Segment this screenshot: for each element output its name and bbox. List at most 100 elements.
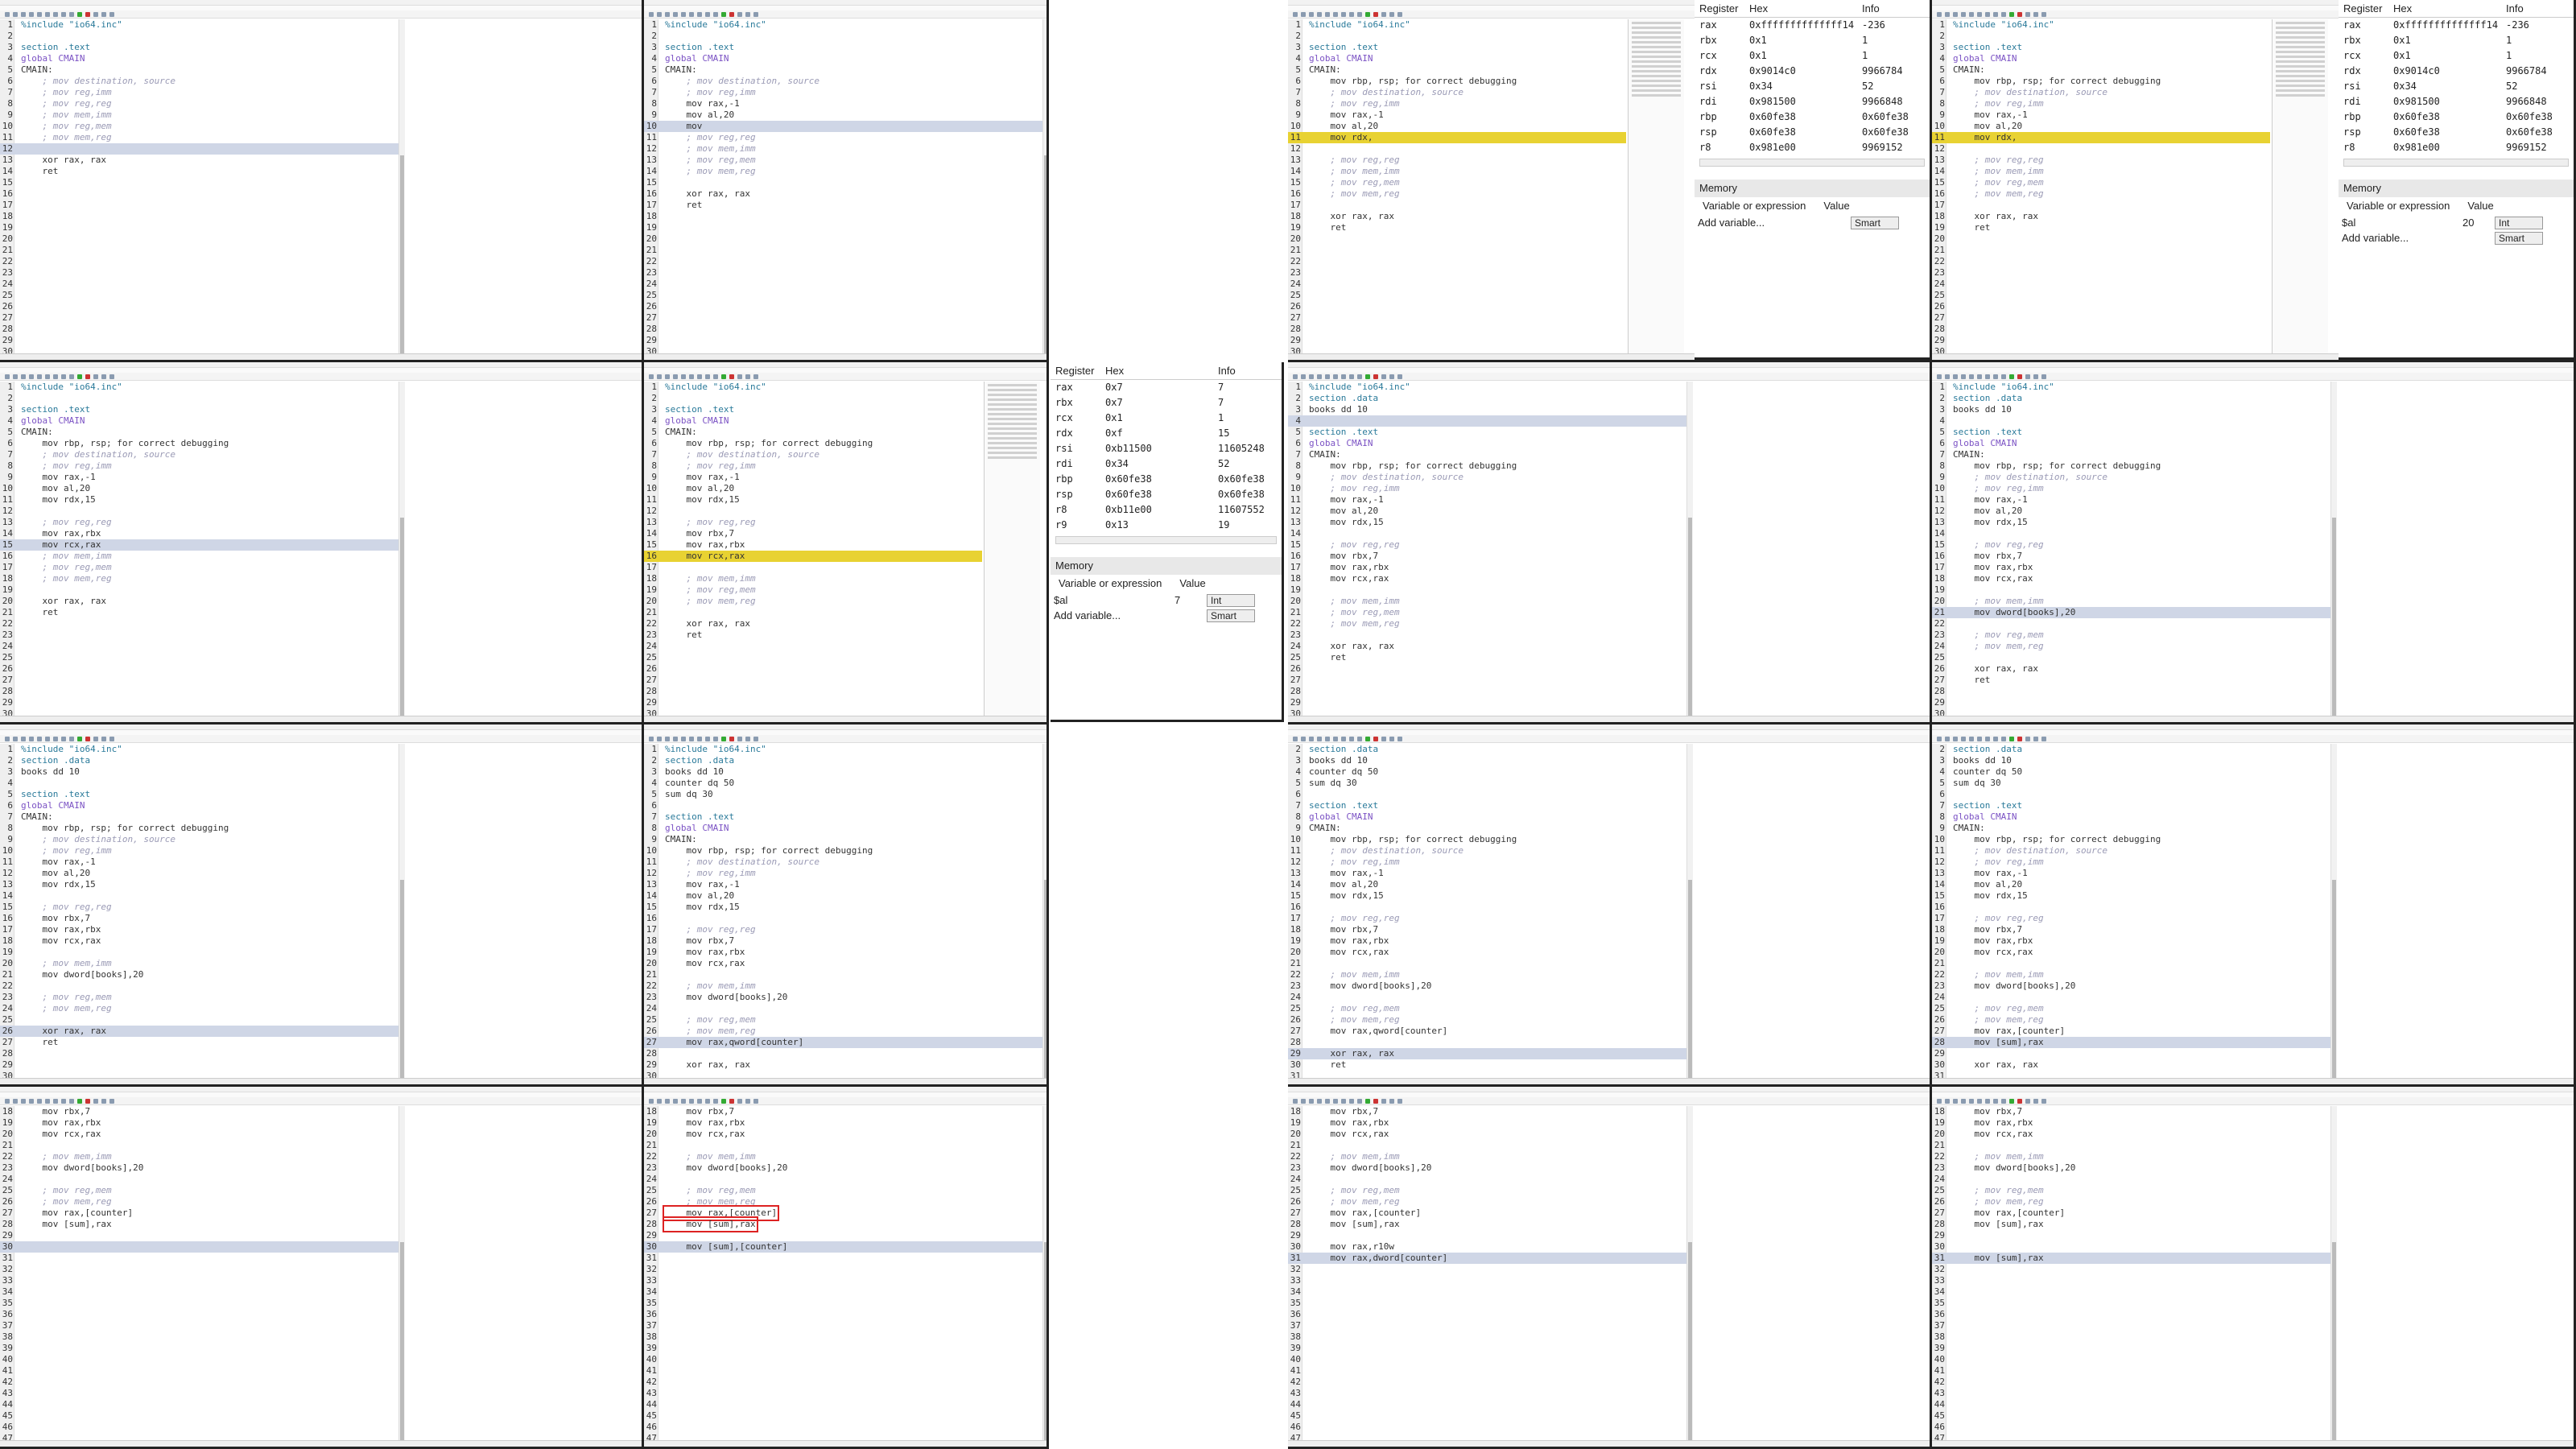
toolbar-icon[interactable]: [673, 1099, 678, 1104]
code-line[interactable]: 21: [1932, 958, 2330, 969]
toolbar-icon[interactable]: [13, 1099, 18, 1104]
code-line[interactable]: 24 xor rax, rax: [1288, 641, 1686, 652]
code-line[interactable]: 11 mov rax,-1: [1932, 494, 2330, 506]
code-line[interactable]: 11 mov rax,-1: [1288, 494, 1686, 506]
horizontal-scrollbar[interactable]: [2343, 159, 2569, 167]
code-line[interactable]: 23: [644, 267, 1042, 279]
code-line[interactable]: 12: [0, 143, 398, 155]
toolbar-icon[interactable]: [657, 12, 662, 17]
code-line[interactable]: 30 ret: [1288, 1059, 1686, 1071]
toolbar-icon[interactable]: [1341, 1099, 1346, 1104]
add-variable-input[interactable]: Add variable...: [1054, 608, 1174, 623]
code-line[interactable]: 19: [0, 947, 398, 958]
code-line[interactable]: 34: [644, 1286, 1042, 1298]
code-line[interactable]: 8 mov rbp, rsp; for correct debugging: [0, 823, 398, 834]
code-line[interactable]: 15 mov rdx,15: [644, 902, 1042, 913]
code-line[interactable]: 46: [1932, 1422, 2330, 1433]
code-line[interactable]: 15: [644, 177, 1042, 188]
code-line[interactable]: 21: [644, 245, 1042, 256]
toolbar-icon[interactable]: [109, 374, 114, 379]
code-line[interactable]: 9 CMAIN:: [644, 834, 1042, 845]
code-line[interactable]: 7 CMAIN:: [1288, 449, 1686, 460]
register-row[interactable]: rdi 0x981500 9966848: [2339, 94, 2574, 109]
add-variable-input[interactable]: Add variable...: [2342, 230, 2462, 246]
toolbar-icon[interactable]: [1945, 737, 1950, 741]
register-row[interactable]: rsp 0x60fe38 0x60fe38: [2339, 125, 2574, 140]
code-line[interactable]: 13 mov rdx,15: [1288, 517, 1686, 528]
code-line[interactable]: 25: [1932, 290, 2270, 301]
register-row[interactable]: rax 0xffffffffffffff14 -236: [2339, 18, 2574, 33]
toolbar-icon[interactable]: [93, 1099, 98, 1104]
code-line[interactable]: 8 mov rax,-1: [644, 98, 1042, 109]
code-line[interactable]: 13 mov rax,-1: [1288, 868, 1686, 879]
code-line[interactable]: 22 ; mov mem,imm: [0, 1151, 398, 1162]
code-line[interactable]: 27: [644, 312, 1042, 324]
toolbar-icon[interactable]: [1317, 737, 1322, 741]
code-line[interactable]: 11 mov rdx,: [1932, 132, 2270, 143]
stop-icon[interactable]: [729, 737, 734, 741]
stop-icon[interactable]: [2017, 374, 2022, 379]
code-line[interactable]: 19: [1932, 584, 2330, 596]
code-line[interactable]: 4 counter dq 50: [644, 778, 1042, 789]
toolbar-icon[interactable]: [1301, 1099, 1306, 1104]
code-line[interactable]: 32: [0, 1264, 398, 1275]
code-line[interactable]: 27: [1288, 312, 1626, 324]
vertical-scrollbar[interactable]: [398, 382, 405, 722]
code-line[interactable]: 19: [0, 222, 398, 233]
code-line[interactable]: 15 ; mov reg,reg: [1288, 539, 1686, 551]
code-line[interactable]: 29: [644, 1230, 1042, 1241]
register-row[interactable]: r9 0x13 19: [1051, 518, 1282, 533]
toolbar-icon[interactable]: [681, 374, 686, 379]
code-line[interactable]: 6 ; mov destination, source: [644, 76, 1042, 87]
stop-icon[interactable]: [85, 1099, 90, 1104]
code-line[interactable]: 25: [0, 1014, 398, 1026]
code-line[interactable]: 27: [1932, 312, 2270, 324]
code-line[interactable]: 11 mov rax,-1: [0, 857, 398, 868]
code-line[interactable]: 14: [1288, 528, 1686, 539]
register-row[interactable]: r8 0x981e00 9969152: [1695, 140, 1930, 155]
type-select[interactable]: Smart: [1851, 216, 1899, 229]
code-line[interactable]: 35: [1288, 1298, 1686, 1309]
code-line[interactable]: 28: [644, 324, 1042, 335]
code-line[interactable]: 7 CMAIN:: [0, 811, 398, 823]
scrollbar-thumb[interactable]: [1044, 880, 1046, 1084]
code-line[interactable]: 1 %include "io64.inc": [644, 19, 1042, 31]
code-line[interactable]: 7 ; mov reg,imm: [0, 87, 398, 98]
code-line[interactable]: 13 mov rax,-1: [644, 879, 1042, 890]
toolbar-icon[interactable]: [2001, 737, 2006, 741]
register-row[interactable]: rbp 0x60fe38 0x60fe38: [1051, 472, 1282, 487]
toolbar-icon[interactable]: [1397, 374, 1402, 379]
code-line[interactable]: 10 ; mov reg,mem: [0, 121, 398, 132]
code-line[interactable]: 25 ; mov reg,mem: [0, 1185, 398, 1196]
toolbar-icon[interactable]: [109, 737, 114, 741]
code-line[interactable]: 5 CMAIN:: [1932, 64, 2270, 76]
toolbar-icon[interactable]: [45, 374, 50, 379]
code-line[interactable]: 3 books dd 10: [1932, 404, 2330, 415]
toolbar-icon[interactable]: [1985, 737, 1990, 741]
code-line[interactable]: 27 mov rax,[counter]: [1932, 1026, 2330, 1037]
code-line[interactable]: 2 section .data: [1288, 744, 1686, 755]
stop-icon[interactable]: [85, 374, 90, 379]
code-line[interactable]: 44: [1288, 1399, 1686, 1410]
code-line[interactable]: 40: [1932, 1354, 2330, 1365]
register-row[interactable]: rax 0xffffffffffffff14 -236: [1695, 18, 1930, 33]
code-line[interactable]: 23: [0, 267, 398, 279]
code-line[interactable]: 27 ret: [0, 1037, 398, 1048]
code-line[interactable]: 4: [0, 778, 398, 789]
code-line[interactable]: 23: [0, 630, 398, 641]
toolbar-icon[interactable]: [1349, 1099, 1354, 1104]
stop-icon[interactable]: [1373, 737, 1378, 741]
code-line[interactable]: 21: [1288, 1140, 1686, 1151]
code-line[interactable]: 26: [644, 663, 982, 675]
code-line[interactable]: 10 mov al,20: [644, 483, 982, 494]
code-line[interactable]: 10 mov al,20: [0, 483, 398, 494]
toolbar-icon[interactable]: [1961, 1099, 1966, 1104]
toolbar-icon[interactable]: [1333, 1099, 1338, 1104]
toolbar-icon[interactable]: [1357, 1099, 1362, 1104]
code-line[interactable]: 34: [1932, 1286, 2330, 1298]
code-line[interactable]: 36: [1288, 1309, 1686, 1320]
code-line[interactable]: 9 mov rax,-1: [0, 472, 398, 483]
code-line[interactable]: 18 mov rbx,7: [1932, 1106, 2330, 1117]
code-line[interactable]: 1 %include "io64.inc": [0, 19, 398, 31]
toolbar-icon[interactable]: [657, 374, 662, 379]
